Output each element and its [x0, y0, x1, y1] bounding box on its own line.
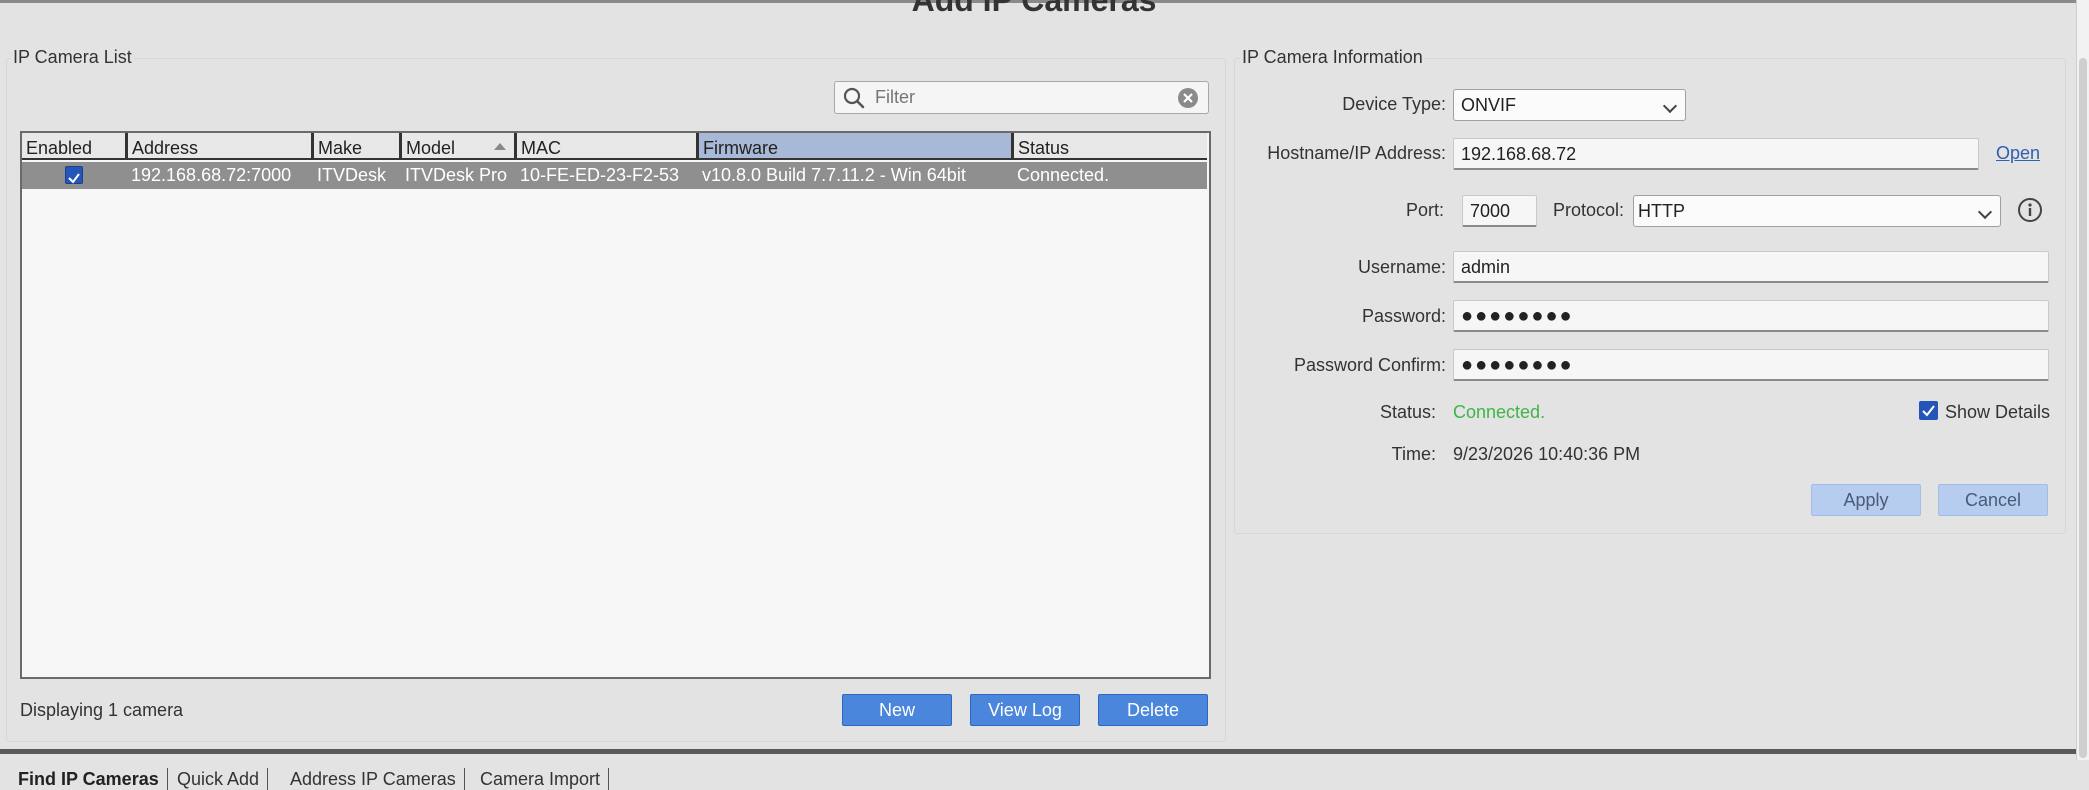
info-icon[interactable] — [2017, 197, 2043, 228]
tab-find-ip-cameras[interactable]: Find IP Cameras — [10, 768, 168, 790]
protocol-select[interactable]: HTTP — [1633, 195, 2001, 227]
protocol-label: Protocol: — [1552, 200, 1624, 220]
device-type-value: ONVIF — [1461, 95, 1517, 115]
cancel-button[interactable]: Cancel — [1938, 484, 2048, 516]
hostname-label: Hostname/IP Address: — [1267, 143, 1446, 163]
delete-button[interactable]: Delete — [1098, 694, 1208, 726]
camera-table[interactable]: Enabled Address Make Model MAC Firmware … — [20, 131, 1211, 679]
page-title: Add IP Cameras — [911, 0, 1157, 18]
column-header-firmware[interactable]: Firmware — [699, 133, 1014, 160]
show-details-label[interactable]: Show Details — [1945, 402, 2050, 423]
time-value: 9/23/2026 10:40:36 PM — [1453, 444, 1641, 464]
password-input[interactable]: ●●●●●●●● — [1453, 300, 2049, 332]
model-cell: ITVDesk Pro — [405, 165, 508, 185]
password-label: Password: — [1361, 306, 1446, 326]
protocol-value: HTTP — [1638, 201, 1685, 221]
column-header-mac[interactable]: MAC — [517, 133, 699, 160]
address-cell: 192.168.68.72:7000 — [131, 165, 292, 185]
time-label: Time: — [1391, 444, 1436, 464]
port-label: Port: — [1405, 200, 1444, 220]
apply-button[interactable]: Apply — [1811, 484, 1921, 516]
password-confirm-input[interactable]: ●●●●●●●● — [1453, 349, 2049, 381]
port-input[interactable]: 7000 — [1462, 195, 1537, 227]
tab-quick-add[interactable]: Quick Add — [169, 768, 269, 790]
camera-info-group-title: IP Camera Information — [1240, 47, 1425, 68]
open-link[interactable]: Open — [1996, 143, 2040, 164]
column-header-address[interactable]: Address — [128, 133, 314, 160]
camera-count-text: Displaying 1 camera — [20, 700, 184, 720]
column-header-model-label: Model — [406, 138, 456, 158]
show-details-checkbox[interactable] — [1919, 401, 1938, 420]
checkmark-icon — [68, 173, 80, 184]
device-type-select[interactable]: ONVIF — [1453, 89, 1686, 121]
username-label: Username: — [1357, 257, 1446, 277]
status-label: Status: — [1379, 402, 1436, 422]
search-icon — [842, 86, 866, 115]
enabled-checkbox[interactable] — [65, 166, 83, 184]
table-header: Enabled Address Make Model MAC Firmware … — [22, 133, 1209, 162]
new-button[interactable]: New — [842, 694, 952, 726]
column-header-enabled[interactable]: Enabled — [22, 133, 128, 160]
column-header-model[interactable]: Model — [402, 133, 517, 160]
device-type-label: Device Type: — [1342, 94, 1446, 114]
sort-ascending-icon — [494, 143, 506, 150]
chevron-down-icon — [1662, 98, 1678, 114]
mac-cell: 10-FE-ED-23-F2-53 — [520, 165, 680, 185]
password-confirm-label: Password Confirm: — [1293, 355, 1446, 375]
scrollbar-thumb[interactable] — [2079, 58, 2087, 758]
status-value: Connected. — [1453, 402, 1546, 422]
bottom-tab-bar: Find IP Cameras Quick Add Address IP Cam… — [0, 754, 2076, 790]
camera-list-group-title: IP Camera List — [11, 47, 134, 68]
table-row[interactable]: 192.168.68.72:7000 ITVDesk ITVDesk Pro 1… — [22, 162, 1207, 189]
column-header-status[interactable]: Status — [1014, 133, 1207, 160]
hostname-input[interactable]: 192.168.68.72 — [1453, 138, 1979, 170]
tab-camera-import[interactable]: Camera Import — [472, 768, 610, 790]
clear-filter-icon[interactable] — [1177, 87, 1199, 114]
tab-address-ip-cameras[interactable]: Address IP Cameras — [282, 768, 465, 790]
make-cell: ITVDesk — [317, 165, 387, 185]
view-log-button[interactable]: View Log — [970, 694, 1080, 726]
status-cell: Connected. — [1017, 165, 1110, 185]
filter-box[interactable] — [834, 81, 1209, 114]
enabled-cell[interactable] — [22, 162, 128, 189]
username-input[interactable]: admin — [1453, 251, 2049, 283]
chevron-down-icon — [1977, 204, 1993, 220]
column-header-make[interactable]: Make — [314, 133, 402, 160]
filter-input[interactable] — [873, 85, 1157, 110]
checkmark-icon — [1922, 405, 1935, 417]
firmware-cell: v10.8.0 Build 7.7.11.2 - Win 64bit — [702, 165, 966, 185]
